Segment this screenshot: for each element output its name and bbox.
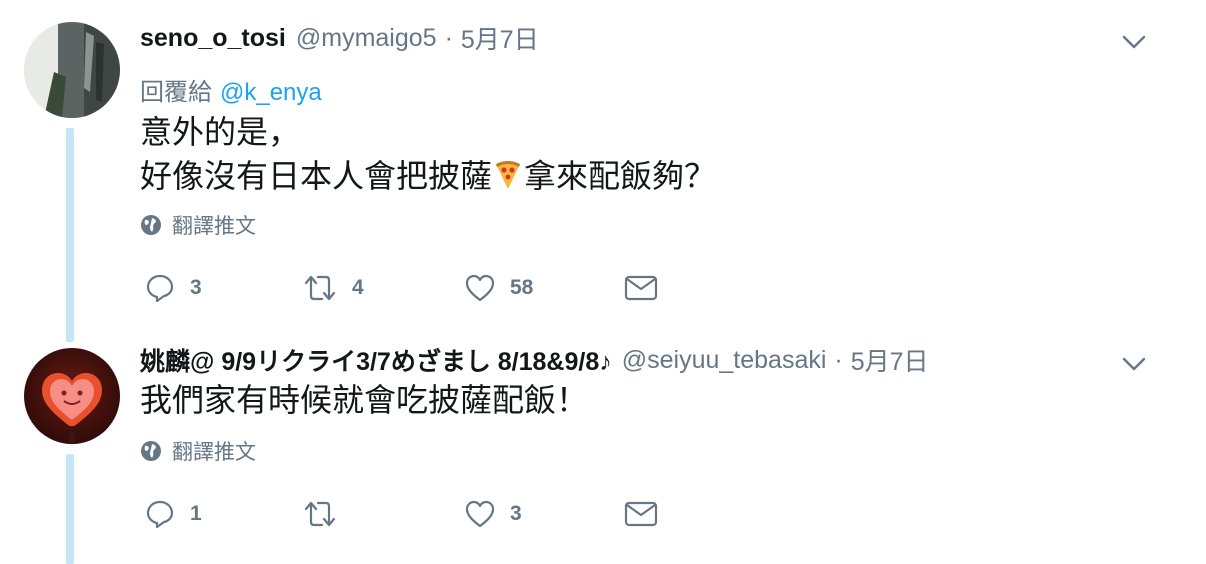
- envelope-icon: [624, 275, 658, 301]
- reply-count: 3: [190, 276, 202, 299]
- envelope-icon: [624, 501, 658, 527]
- replying-label: 回覆給: [140, 79, 212, 106]
- direct-message-button[interactable]: [624, 496, 658, 532]
- tweet-text-line: 意外的是，: [140, 114, 301, 150]
- reply-icon: [146, 274, 174, 303]
- retweet-count: 4: [352, 276, 364, 299]
- like-count: 58: [510, 276, 534, 299]
- translate-label: 翻譯推文: [172, 215, 256, 238]
- replying-to: 回覆給 @k_enya: [140, 72, 322, 107]
- tweet-text-part: 好像沒有日本人會把披薩: [140, 158, 493, 194]
- reply-mention-link[interactable]: @k_enya: [220, 79, 322, 106]
- tweet-header: seno_o_tosi @mymaigo5 · 5月7日: [140, 20, 539, 56]
- tweet-text: 我們家有時候就會吃披薩配飯！: [140, 382, 589, 418]
- reply-icon: [146, 500, 174, 529]
- translate-tweet-link[interactable]: 翻譯推文: [140, 436, 256, 466]
- globe-icon: [141, 215, 161, 235]
- caret-down-icon[interactable]: [1120, 28, 1148, 56]
- globe-icon: [141, 441, 161, 461]
- tweet-text: 意外的是， 好像沒有日本人會把披薩 拿來配飯夠？: [140, 110, 716, 198]
- retweet-icon: [304, 275, 336, 301]
- retweet-button[interactable]: [302, 496, 352, 532]
- caret-down-icon[interactable]: [1120, 350, 1148, 378]
- tweet-text-part: 拿來配飯夠？: [524, 158, 717, 194]
- reply-button[interactable]: 3: [144, 270, 202, 306]
- separator-dot: ·: [834, 345, 843, 374]
- tweet[interactable]: 姚麟@ 9/9リクライ3/7めざまし 8/18&9/8♪ @seiyuu_teb…: [0, 340, 1206, 564]
- avatar[interactable]: [24, 22, 120, 118]
- like-button[interactable]: 58: [464, 270, 533, 306]
- user-handle[interactable]: @mymaigo5: [296, 24, 437, 53]
- tweet[interactable]: seno_o_tosi @mymaigo5 · 5月7日 回覆給 @k_enya …: [0, 0, 1206, 342]
- translate-tweet-link[interactable]: 翻譯推文: [140, 210, 256, 240]
- tweet-text-line: 好像沒有日本人會把披薩 拿來配飯夠？: [140, 154, 716, 198]
- avatar[interactable]: [24, 348, 120, 444]
- like-count: 3: [510, 502, 522, 525]
- reply-count: 1: [190, 502, 202, 525]
- direct-message-button[interactable]: [624, 270, 658, 306]
- pizza-emoji: [492, 157, 524, 189]
- user-handle[interactable]: @seiyuu_tebasaki: [622, 346, 827, 375]
- display-name[interactable]: 姚麟@ 9/9リクライ3/7めざまし 8/18&9/8♪: [140, 342, 612, 378]
- thread-line: [66, 128, 74, 342]
- retweet-icon: [304, 501, 336, 527]
- retweet-button[interactable]: 4: [302, 270, 364, 306]
- translate-label: 翻譯推文: [172, 441, 256, 464]
- like-icon: [465, 274, 495, 302]
- tweet-header: 姚麟@ 9/9リクライ3/7めざまし 8/18&9/8♪ @seiyuu_teb…: [140, 342, 929, 378]
- reply-button[interactable]: 1: [144, 496, 202, 532]
- like-button[interactable]: 3: [464, 496, 522, 532]
- tweet-date[interactable]: 5月7日: [461, 20, 539, 56]
- display-name[interactable]: seno_o_tosi: [140, 24, 286, 53]
- separator-dot: ·: [444, 23, 453, 52]
- like-icon: [465, 500, 495, 528]
- tweet-date[interactable]: 5月7日: [851, 342, 929, 378]
